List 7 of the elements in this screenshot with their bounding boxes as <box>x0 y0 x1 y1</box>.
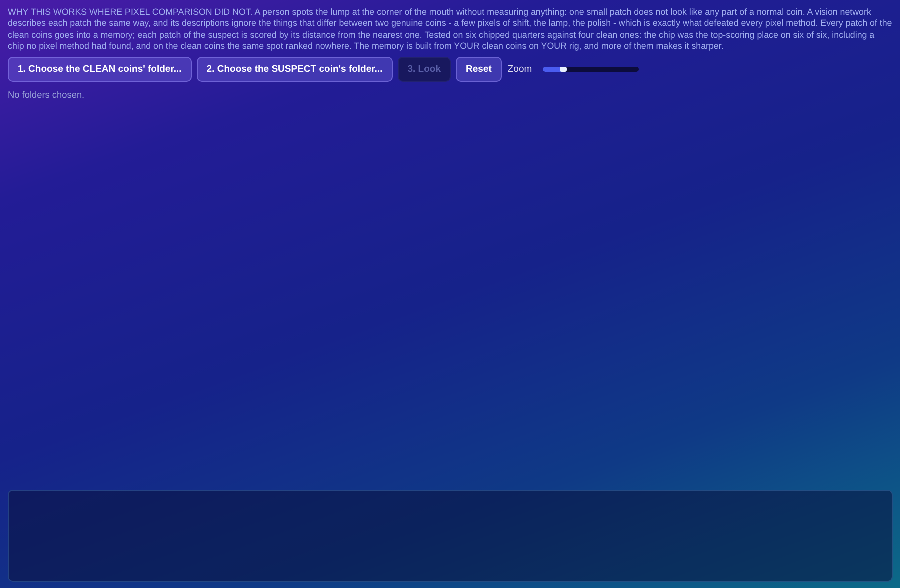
explanation-text: WHY THIS WORKS WHERE PIXEL COMPARISON DID NOT. A person spots the lump at the corner of the mouth without measuring anything: one small patch does not look like any part of a normal coin. A vision network describes each patch the same way, and its descriptions ignore the things that differ between two genuine coins - a few pixels of shift, the lamp, the polish - which is exactly what defeated every pixel method. Every patch of the clean coins goes into a memory; each patch of the suspect is scored by its distance from the nearest one. Tested on six chipped quarters against four clean ones: the chip was the top-scoring place on six of six, including a chip no pixel method had found, and on the clean coins the same spot ranked nowhere. The memory is built from YOUR clean coins on YOUR rig, and more of them makes it sharper. <box>8 7 893 52</box>
action-button[interactable]: Reset <box>456 57 502 82</box>
action-button[interactable]: 2. Choose the SUSPECT coin's folder... <box>196 57 393 82</box>
zoom-label: Zoom <box>508 64 532 76</box>
action-button[interactable]: 1. Choose the CLEAN coins' folder... <box>8 57 192 82</box>
status-text: No folders chosen. <box>8 90 86 100</box>
zoom-slider[interactable] <box>543 67 640 72</box>
